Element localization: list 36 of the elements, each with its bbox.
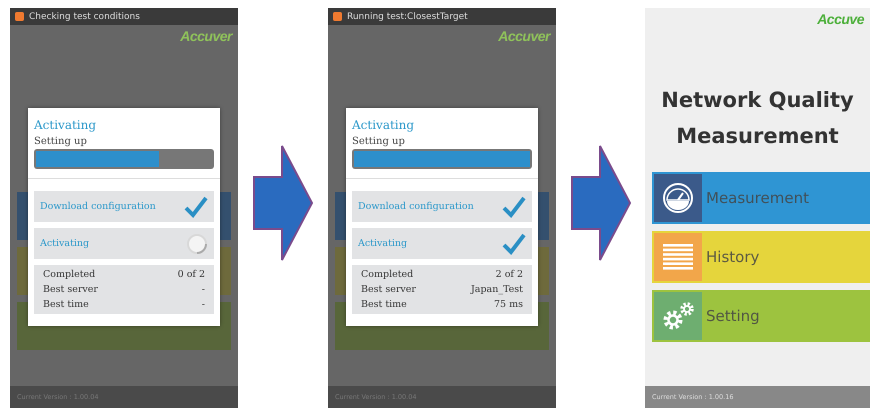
logo: Accuve <box>817 11 864 27</box>
dialog-subtitle: Setting up <box>34 136 88 147</box>
menu-item[interactable]: History <box>652 231 870 283</box>
right-arrow-icon <box>252 143 314 263</box>
logo: Accuver <box>498 28 550 44</box>
stat-label: Best time <box>43 299 89 310</box>
gauge-icon <box>662 182 694 214</box>
stat-value: Japan_Test <box>471 284 523 295</box>
stat-value: - <box>202 299 205 310</box>
right-arrow-icon <box>570 143 632 263</box>
menu-item[interactable]: Setting <box>652 290 870 342</box>
stat-value: 0 of 2 <box>178 269 205 280</box>
logo: Accuver <box>180 28 232 44</box>
gears-icon <box>661 301 695 331</box>
list-icon <box>662 243 694 271</box>
stat-label: Completed <box>361 269 414 280</box>
step-label: Activating <box>358 238 408 249</box>
stat-value: 75 ms <box>494 299 523 310</box>
stat-label: Completed <box>43 269 96 280</box>
step-label: Download configuration <box>40 201 156 212</box>
status-title: Checking test conditions <box>29 12 140 22</box>
dialog-title: Activating <box>352 118 416 132</box>
stat-label: Best server <box>361 284 416 295</box>
app-icon <box>333 12 342 21</box>
step-label: Activating <box>40 238 90 249</box>
menu-item[interactable]: Measurement <box>652 172 870 224</box>
app-icon <box>15 12 24 21</box>
stat-label: Best time <box>361 299 407 310</box>
stat-value: - <box>202 284 205 295</box>
status-title: Running test:ClosestTarget <box>347 12 468 22</box>
step-label: Download configuration <box>358 201 474 212</box>
dialog-subtitle: Setting up <box>352 136 406 147</box>
app-title: Network Quality Measurement <box>660 87 855 150</box>
stat-value: 2 of 2 <box>496 269 523 280</box>
dialog-title: Activating <box>34 118 98 132</box>
stat-label: Best server <box>43 284 98 295</box>
